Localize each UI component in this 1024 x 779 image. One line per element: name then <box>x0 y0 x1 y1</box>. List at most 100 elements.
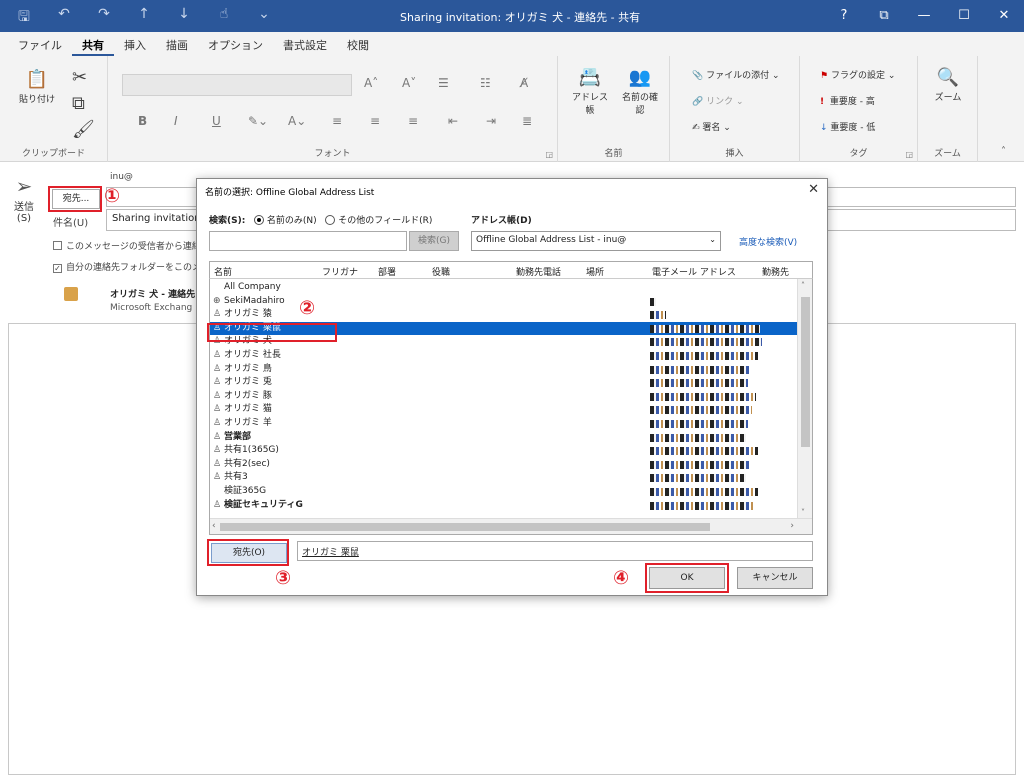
shrink-font-icon[interactable]: A˅ <box>402 76 416 90</box>
grow-font-icon[interactable]: A˄ <box>364 76 378 90</box>
minimize-button[interactable]: — <box>904 0 944 32</box>
tab-insert[interactable]: 挿入 <box>114 32 156 56</box>
touch-mode-icon[interactable]: ☝ <box>214 6 234 30</box>
address-book-button[interactable]: 📇 アドレス帳 <box>568 66 612 116</box>
font-dialog-launcher-icon[interactable]: ◲ <box>545 150 553 159</box>
align-center-icon[interactable]: ≡ <box>370 114 380 128</box>
underline-icon[interactable]: U <box>212 114 221 128</box>
bold-icon[interactable]: B <box>138 114 147 128</box>
close-button[interactable]: ✕ <box>984 0 1024 32</box>
search-input[interactable] <box>209 231 407 251</box>
customize-qat-icon[interactable]: ⌄ <box>254 6 274 30</box>
collapse-ribbon-icon[interactable]: ˄ <box>1001 146 1006 157</box>
decrease-indent-icon[interactable]: ⇤ <box>448 114 458 128</box>
radio-name-only[interactable]: 名前のみ(N) <box>253 215 317 226</box>
list-item[interactable]: ♙ オリガミ 社長 <box>210 349 798 363</box>
list-item[interactable]: ♙ オリガミ 兎 <box>210 376 798 390</box>
scroll-right-icon[interactable]: › <box>790 521 794 531</box>
tab-draw[interactable]: 描画 <box>156 32 198 56</box>
scroll-thumb[interactable] <box>801 297 810 447</box>
up-icon[interactable]: ↑ <box>134 6 154 30</box>
attach-file-button[interactable]: 📎 ファイルの添付 ⌄ <box>692 68 779 81</box>
align-right-icon[interactable]: ≡ <box>408 114 418 128</box>
list-item[interactable]: ♙ 営業部 <box>210 431 798 445</box>
save-icon[interactable]: 🖫 <box>14 6 34 30</box>
hscroll-thumb[interactable] <box>220 523 710 531</box>
list-item[interactable]: ♙ 共有2(sec) <box>210 458 798 472</box>
increase-indent-icon[interactable]: ⇥ <box>486 114 496 128</box>
maximize-button[interactable]: ☐ <box>944 0 984 32</box>
recipients-field[interactable]: オリガミ 栗鼠 <box>297 541 813 561</box>
col-name[interactable]: 名前 <box>214 265 232 278</box>
notify-checkbox[interactable]: このメッセージの受信者から連絡 <box>53 239 201 252</box>
link-button[interactable]: 🔗 リンク ⌄ <box>692 94 743 107</box>
clear-format-icon[interactable]: A̸ <box>520 76 528 90</box>
cancel-button[interactable]: キャンセル <box>737 567 813 589</box>
copy-icon[interactable]: ⧉ <box>72 92 85 116</box>
list-item-name: 共有2(sec) <box>224 458 270 469</box>
high-importance-button[interactable]: ! 重要度 - 高 <box>820 94 875 107</box>
list-item[interactable]: ♙ オリガミ 猫 <box>210 403 798 417</box>
zoom-button[interactable]: 🔍 ズーム <box>926 66 970 103</box>
dialog-close-icon[interactable]: ✕ <box>808 182 819 197</box>
list-item-name: 共有1(365G) <box>224 445 279 456</box>
redacted-email <box>650 488 758 496</box>
justify-icon[interactable]: ≣ <box>522 114 532 128</box>
horizontal-scrollbar[interactable]: ‹ › <box>210 518 812 534</box>
search-button[interactable]: 検索(G) <box>409 231 459 251</box>
scroll-up-icon[interactable]: ˄ <box>801 281 805 290</box>
address-book-select[interactable]: Offline Global Address List - inu@ ⌄ <box>471 231 721 251</box>
tags-dialog-launcher-icon[interactable]: ◲ <box>905 150 913 159</box>
tab-options[interactable]: オプション <box>198 32 273 56</box>
col-location[interactable]: 場所 <box>586 265 604 278</box>
advanced-search-link[interactable]: 高度な検索(V) <box>739 235 797 248</box>
redacted-email <box>650 297 656 306</box>
font-color-icon[interactable]: A⌄ <box>288 114 306 128</box>
list-item[interactable]: ♙ 共有3 <box>210 471 798 485</box>
align-left-icon[interactable]: ≡ <box>332 114 342 128</box>
col-department[interactable]: 部署 <box>378 265 396 278</box>
font-name-box[interactable] <box>122 74 352 96</box>
radio-other-fields[interactable]: その他のフィールド(R) <box>325 215 432 226</box>
bullets-icon[interactable]: ☰ <box>438 76 449 90</box>
down-icon[interactable]: ↓ <box>174 6 194 30</box>
numbering-icon[interactable]: ☷ <box>480 76 491 90</box>
list-item[interactable]: ♙ オリガミ 羊 <box>210 417 798 431</box>
list-item[interactable]: 検証365G <box>210 485 798 499</box>
list-item[interactable]: ♙ オリガミ 鳥 <box>210 363 798 377</box>
paste-button[interactable]: 📋 貼り付け <box>14 68 60 105</box>
check-names-button[interactable]: 👥 名前の確認 <box>620 66 660 116</box>
cut-icon[interactable]: ✂ <box>72 66 87 90</box>
send-button[interactable]: ➢ 送信 (S) <box>8 174 40 236</box>
italic-icon[interactable]: I <box>174 114 178 128</box>
tab-review[interactable]: 校閲 <box>337 32 379 56</box>
redo-icon[interactable]: ↷ <box>94 6 114 30</box>
tab-share[interactable]: 共有 <box>72 32 114 56</box>
list-item[interactable]: ♙ 共有1(365G) <box>210 444 798 458</box>
format-painter-icon[interactable]: 🖌 <box>72 118 95 142</box>
col-email[interactable]: 電子メール アドレス <box>652 265 736 278</box>
ribbon-display-button[interactable]: ⧉ <box>864 0 904 32</box>
col-furigana[interactable]: フリガナ <box>322 265 358 278</box>
list-item-name: 営業部 <box>224 431 252 442</box>
list-item-name: オリガミ 猿 <box>224 309 272 320</box>
list-item[interactable]: ♙ オリガミ 豚 <box>210 390 798 404</box>
undo-icon[interactable]: ↶ <box>54 6 74 30</box>
scroll-left-icon[interactable]: ‹ <box>212 521 216 531</box>
col-title[interactable]: 役職 <box>432 265 450 278</box>
signature-button[interactable]: ✍ 署名 ⌄ <box>692 120 731 133</box>
tab-format[interactable]: 書式設定 <box>273 32 337 56</box>
flag-button[interactable]: ⚑ フラグの設定 ⌄ <box>820 68 895 81</box>
help-button[interactable]: ? <box>824 0 864 32</box>
low-importance-button[interactable]: ↓ 重要度 - 低 <box>820 120 875 133</box>
vertical-scrollbar[interactable]: ˄ ˅ <box>797 279 812 519</box>
tab-file[interactable]: ファイル <box>8 32 72 56</box>
list-item[interactable]: ♙ 検証セキュリティG <box>210 499 798 513</box>
share-folder-checkbox[interactable]: ✓ 自分の連絡先フォルダーをこのメ <box>53 260 201 273</box>
list-item[interactable]: All Company <box>210 281 798 295</box>
highlight-icon[interactable]: ✎⌄ <box>248 114 268 128</box>
col-company[interactable]: 勤務先 <box>762 265 789 278</box>
scroll-down-icon[interactable]: ˅ <box>801 508 805 517</box>
col-work-phone[interactable]: 勤務先電話 <box>516 265 561 278</box>
list-item-name: SekiMadahiro <box>224 295 285 306</box>
